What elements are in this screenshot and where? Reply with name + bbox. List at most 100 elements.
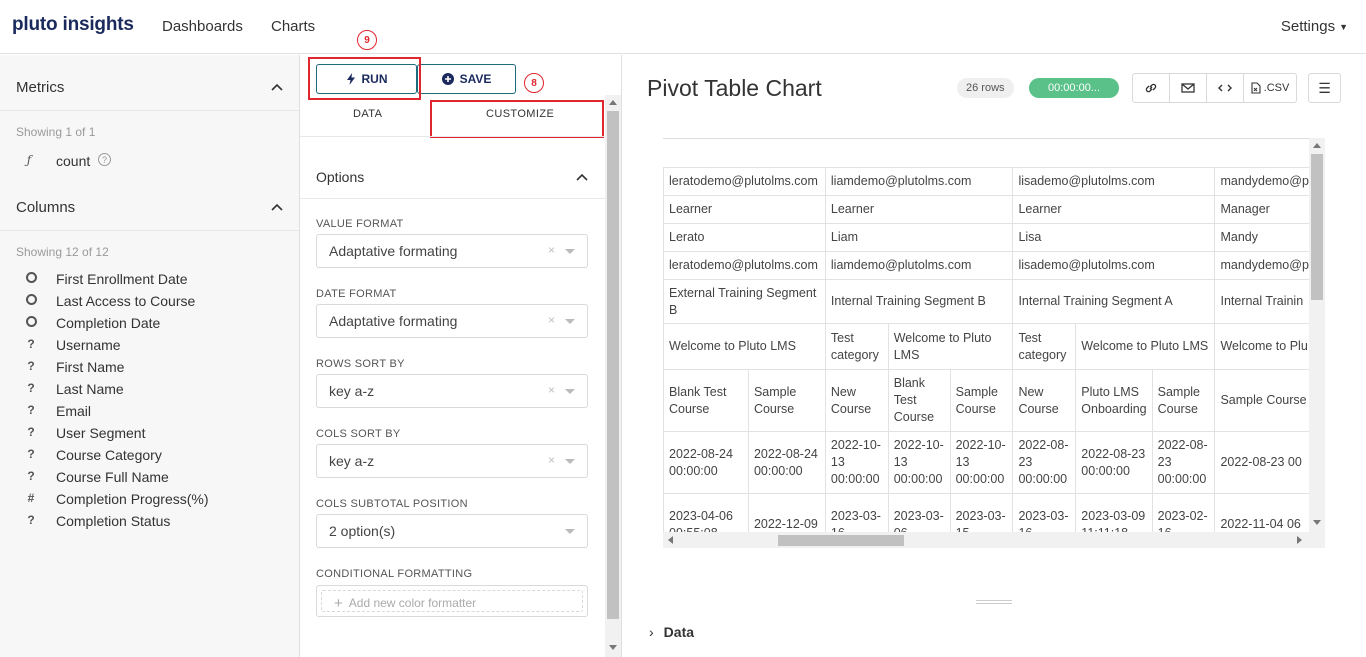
select-dropdown[interactable]: 2 option(s) (316, 514, 588, 548)
question-icon: ? (27, 447, 35, 461)
metric-item-count[interactable]: ƒ count ? (0, 151, 299, 173)
options-header[interactable]: Options (316, 169, 364, 185)
field-label: COLS SUBTOTAL POSITION (316, 498, 468, 510)
export-csv-button[interactable]: .CSV (1244, 74, 1296, 102)
select-value: key a-z (329, 453, 375, 469)
settings-menu[interactable]: Settings ▼ (1281, 18, 1348, 35)
question-icon: ? (27, 513, 35, 527)
caret-down-icon[interactable] (565, 529, 575, 534)
tab-customize[interactable]: CUSTOMIZE (486, 108, 554, 120)
table-cell: Test category (824, 323, 889, 370)
table-cell: Sample Course (747, 369, 826, 432)
column-item[interactable]: ? Last Name (0, 379, 299, 401)
scroll-up-icon[interactable] (609, 100, 617, 105)
pivot-table: leratodemo@plutolms.com liamdemo@plutolms… (663, 167, 1325, 548)
add-formatter-label: Add new color formatter (348, 596, 477, 610)
table-cell: Lerato (663, 223, 826, 252)
chevron-up-icon[interactable] (575, 170, 589, 184)
function-icon: ƒ (26, 153, 32, 167)
clock-icon (24, 271, 38, 285)
caret-down-icon[interactable] (565, 389, 575, 394)
column-item[interactable]: First Enrollment Date (0, 269, 299, 291)
hash-icon: # (27, 491, 35, 505)
caret-down-icon[interactable] (565, 249, 575, 254)
select-dropdown[interactable]: key a-z × (316, 444, 588, 478)
column-label: Course Full Name (56, 469, 169, 485)
scrollbar-thumb[interactable] (1311, 154, 1323, 300)
question-icon: ? (27, 403, 35, 417)
table-horizontal-scrollbar[interactable] (663, 532, 1309, 548)
clear-icon[interactable]: × (548, 243, 555, 257)
column-item[interactable]: Completion Date (0, 313, 299, 335)
table-vertical-scrollbar[interactable] (1309, 138, 1325, 548)
columns-header[interactable]: Columns (16, 199, 75, 216)
select-dropdown[interactable]: Adaptative formating × (316, 304, 588, 338)
column-item[interactable]: ? First Name (0, 357, 299, 379)
caret-down-icon[interactable] (565, 459, 575, 464)
copy-link-button[interactable] (1133, 74, 1170, 102)
add-color-formatter[interactable]: + Add new color formatter (316, 585, 588, 617)
nav-dashboards[interactable]: Dashboards (162, 18, 243, 35)
table-row: Blank Test Course Sample Course New Course… (663, 369, 1325, 432)
table-cell: Internal Training Segment B (824, 279, 1014, 324)
table-row: Learner Learner Learner Manager (663, 195, 1325, 224)
scroll-left-icon[interactable] (668, 536, 673, 544)
scroll-down-icon[interactable] (609, 645, 617, 650)
caret-down-icon[interactable] (565, 319, 575, 324)
column-item[interactable]: ? Username (0, 335, 299, 357)
logo[interactable]: pluto insights (12, 14, 134, 36)
table-cell: 2022-10-13 00:00:00 (887, 431, 951, 494)
column-item[interactable]: # Completion Progress(%) (0, 489, 299, 511)
scrollbar-thumb[interactable] (778, 535, 904, 546)
chevron-up-icon[interactable] (270, 80, 284, 94)
metrics-header[interactable]: Metrics (16, 79, 64, 96)
column-label: Last Access to Course (56, 293, 196, 309)
scroll-right-icon[interactable] (1297, 536, 1302, 544)
panel-scrollbar[interactable] (605, 95, 621, 657)
table-cell: leratodemo@plutolms.com (663, 167, 826, 196)
file-icon (1251, 82, 1261, 94)
share-email-button[interactable] (1170, 74, 1207, 102)
select-dropdown[interactable]: key a-z × (316, 374, 588, 408)
column-label: Completion Progress(%) (56, 491, 209, 507)
embed-code-button[interactable] (1207, 74, 1244, 102)
table-cell: New Course (1012, 369, 1077, 432)
column-item[interactable]: ? User Segment (0, 423, 299, 445)
table-cell: Blank Test Course (663, 369, 749, 432)
column-item[interactable]: ? Course Category (0, 445, 299, 467)
clear-icon[interactable]: × (548, 313, 555, 327)
save-button[interactable]: SAVE (417, 64, 516, 94)
scroll-up-icon[interactable] (1313, 143, 1321, 148)
divider (300, 198, 605, 199)
nav-charts[interactable]: Charts (271, 18, 315, 35)
plus-icon: + (334, 595, 343, 612)
column-item[interactable]: Last Access to Course (0, 291, 299, 313)
question-icon: ? (27, 381, 35, 395)
help-icon[interactable]: ? (98, 153, 111, 166)
annotation-number-run: 9 (357, 30, 377, 50)
tab-data[interactable]: DATA (353, 108, 382, 120)
select-dropdown[interactable]: Adaptative formating × (316, 234, 588, 268)
clear-icon[interactable]: × (548, 453, 555, 467)
chevron-up-icon[interactable] (270, 200, 284, 214)
table-cell: leratodemo@plutolms.com (663, 251, 826, 280)
chart-controls-panel: RUN SAVE 9 8 DATA CUSTOMIZE Options VALU… (300, 30, 622, 657)
metrics-showing-count: Showing 1 of 1 (16, 125, 96, 139)
more-menu-button[interactable]: ☰ (1308, 73, 1341, 103)
divider (0, 230, 299, 231)
column-item[interactable]: ? Email (0, 401, 299, 423)
code-icon (1218, 84, 1232, 92)
save-label: SAVE (459, 72, 492, 86)
field-label: COLS SORT BY (316, 428, 401, 440)
scroll-down-icon[interactable] (1313, 520, 1321, 525)
data-section-toggle[interactable]: › Data (649, 624, 694, 640)
table-cell: 2022-08-24 00:00:00 (747, 431, 826, 494)
table-cell: 2022-08-23 00:00:00 (1075, 431, 1153, 494)
select-value: Adaptative formating (329, 243, 458, 259)
column-label: Email (56, 403, 92, 419)
column-item[interactable]: ? Completion Status (0, 511, 299, 533)
scrollbar-thumb[interactable] (607, 111, 619, 619)
column-item[interactable]: ? Course Full Name (0, 467, 299, 489)
clear-icon[interactable]: × (548, 383, 555, 397)
resize-handle[interactable] (976, 600, 1012, 604)
